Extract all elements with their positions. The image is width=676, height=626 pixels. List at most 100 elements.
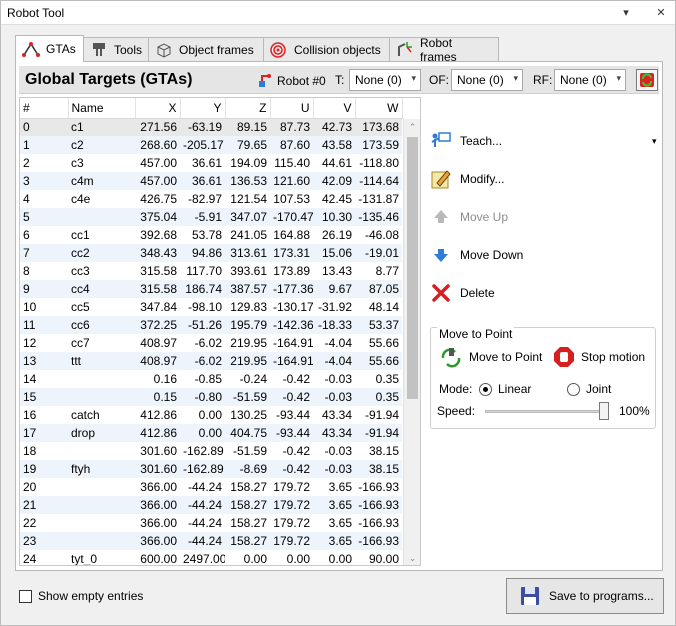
show-empty-entries-checkbox[interactable]: Show empty entries [19,589,143,603]
table-row[interactable]: 2 c3 457.00 36.61 194.09 115.40 44.61 -118.80 [20,154,402,172]
tab-object-frames[interactable]: Object frames [148,37,264,61]
refresh-button[interactable] [636,69,658,91]
table-row[interactable]: 21 366.00 -44.24 158.27 179.72 3.65 -166.93 [20,496,402,514]
radio-linear[interactable] [479,382,492,396]
table-row[interactable]: 12 cc7 408.97 -6.02 219.95 -164.91 -4.04 55.66 [20,334,402,352]
table-row[interactable]: 17 drop 412.86 0.00 404.75 -93.44 43.34 -91.94 [20,424,402,442]
table-row[interactable]: 9 cc4 315.58 186.74 387.57 -177.36 9.67 87.05 [20,280,402,298]
table-row[interactable]: 23 366.00 -44.24 158.27 179.72 3.65 -166.93 [20,532,402,550]
table-cell: 0.00 [328,552,352,566]
column-header-x[interactable]: X [135,98,181,119]
table-row[interactable]: 19 ftyh 301.60 -162.89 -8.69 -0.42 -0.03 38.15 [20,460,402,478]
teach-dropdown-icon[interactable]: ▾ [652,136,657,147]
table-cell: 87.60 [270,136,313,154]
scroll-up-icon[interactable]: ⌃ [404,119,420,135]
table-row[interactable]: 16 catch 412.86 0.00 130.25 -93.44 43.34 -91.94 [20,406,402,424]
tab-gtas[interactable]: GTAs [15,35,84,62]
table-cell: 117.70 [186,264,222,278]
table-cell: -131.87 [358,192,399,206]
table-cell: 43.34 [321,408,352,422]
table-cell: drop [68,424,135,442]
close-icon[interactable]: ✕ [653,4,669,22]
table-cell: 13.43 [321,264,352,278]
move-to-point-button[interactable]: Move to Point [439,346,542,368]
table-row[interactable]: 1 c2 268.60 -205.17 79.65 87.60 43.58 173.59 [20,136,402,154]
gtas-icon [22,42,40,57]
table-cell: -91.94 [364,408,399,422]
modify-button[interactable]: Modify... [430,166,504,192]
speed-slider[interactable] [485,402,609,420]
speed-slider-handle[interactable] [599,402,609,420]
table-cell: -0.03 [324,444,352,458]
checkbox-box[interactable] [19,589,32,603]
table-row[interactable]: 10 cc5 347.84 -98.10 129.83 -130.17 -31.92 48.1… [20,298,402,316]
delete-button[interactable]: Delete [430,280,495,306]
pin-icon[interactable]: ▾ [618,4,634,22]
column-header-v[interactable]: V [313,98,356,119]
table-row[interactable]: 15 0.15 -0.80 -51.59 -0.42 -0.03 0.35 [20,388,402,406]
t-select[interactable]: None (0) ▾ [349,69,421,91]
table-cell: 0.00 [180,424,225,442]
table-cell: cc4 [68,280,135,298]
table-row[interactable]: 7 cc2 348.43 94.86 313.61 173.31 15.06 -19.01 [20,244,402,262]
table-cell [68,370,135,388]
vertical-scrollbar[interactable]: ⌃ ⌄ [403,119,420,565]
table-row[interactable]: 6 cc1 392.68 53.78 241.05 164.88 26.19 -46.08 [20,226,402,244]
rf-select[interactable]: None (0) ▾ [554,69,626,91]
table-row[interactable]: 18 301.60 -162.89 -51.59 -0.42 -0.03 38.15 [20,442,402,460]
table-cell: 2 [23,156,30,170]
column-header-name[interactable]: Name [68,98,136,119]
table-row[interactable]: 4 c4e 426.75 -82.97 121.54 107.53 42.45 -131.87 [20,190,402,208]
table-row[interactable]: 14 0.16 -0.85 -0.24 -0.42 -0.03 0.35 [20,370,402,388]
column-header-u[interactable]: U [270,98,314,119]
radio-joint[interactable] [567,382,580,396]
table-cell: 115.40 [274,156,310,170]
table-cell: 3.65 [328,480,352,494]
column-header-y[interactable]: Y [180,98,226,119]
table-cell: -0.03 [324,372,352,386]
rf-select-value: None (0) [560,73,607,87]
table-cell: 0.00 [198,408,222,422]
teach-button[interactable]: Teach... [430,128,502,154]
stop-motion-button[interactable]: Stop motion [553,346,645,368]
tab-collision-objects[interactable]: Collision objects [263,37,390,61]
table-cell: -91.94 [355,424,402,442]
move-to-point-group: Move to Point Move to Point Stop motion … [430,327,656,429]
move-down-button[interactable]: Move Down [430,242,523,268]
mode-joint-radio[interactable]: Joint [567,382,611,396]
table-cell: 1 [20,136,68,154]
table-cell: 219.95 [225,352,270,370]
robot-selector[interactable]: Robot #0 [257,73,326,89]
column-header-index[interactable]: # [20,98,69,119]
table-cell: 44.61 [321,156,352,170]
mode-linear-radio[interactable]: Linear [479,382,531,396]
scroll-thumb[interactable] [407,137,418,399]
table-cell: 8.77 [375,264,399,278]
table-row[interactable]: 22 366.00 -44.24 158.27 179.72 3.65 -166.93 [20,514,402,532]
table-cell: 408.97 [140,336,177,350]
table-row[interactable]: 0 c1 271.56 -63.19 89.15 87.73 42.73 173.68 [20,118,402,136]
table-cell: -170.47 [270,208,313,226]
column-header-z[interactable]: Z [225,98,271,119]
stop-motion-label: Stop motion [581,350,646,364]
save-to-programs-button[interactable]: Save to programs... [506,578,664,614]
table-cell: 158.27 [230,480,267,494]
table-cell: ttt [68,352,135,370]
tab-robot-frames[interactable]: Robot frames [389,36,499,64]
table-row[interactable]: 11 cc6 372.25 -51.26 195.79 -142.36 -18.33 53.3… [20,316,402,334]
table-row[interactable]: 5 375.04 -5.91 347.07 -170.47 10.30 -135.46 [20,208,402,226]
table-row[interactable]: 20 366.00 -44.24 158.27 179.72 3.65 -166.93 [20,478,402,496]
move-down-label: Move Down [460,248,524,262]
table-row[interactable]: 3 c4m 457.00 36.61 136.53 121.60 42.09 -114.64 [20,172,402,190]
move-up-button[interactable]: Move Up [430,204,508,230]
table-cell: 315.58 [135,280,180,298]
table-row[interactable]: 24 tyt_0 600.00 2497.00 0.00 0.00 0.00 90.00 [20,550,402,566]
mode-joint-label: Joint [586,382,612,396]
column-header-w[interactable]: W [355,98,403,119]
table-row[interactable]: 13 ttt 408.97 -6.02 219.95 -164.91 -4.04 55.66 [20,352,402,370]
scroll-down-icon[interactable]: ⌄ [404,550,420,565]
of-select[interactable]: None (0) ▾ [451,69,523,91]
tab-tools[interactable]: Tools [83,37,149,61]
table-cell: 404.75 [225,424,270,442]
table-row[interactable]: 8 cc3 315.58 117.70 393.61 173.89 13.43 8.77 [20,262,402,280]
